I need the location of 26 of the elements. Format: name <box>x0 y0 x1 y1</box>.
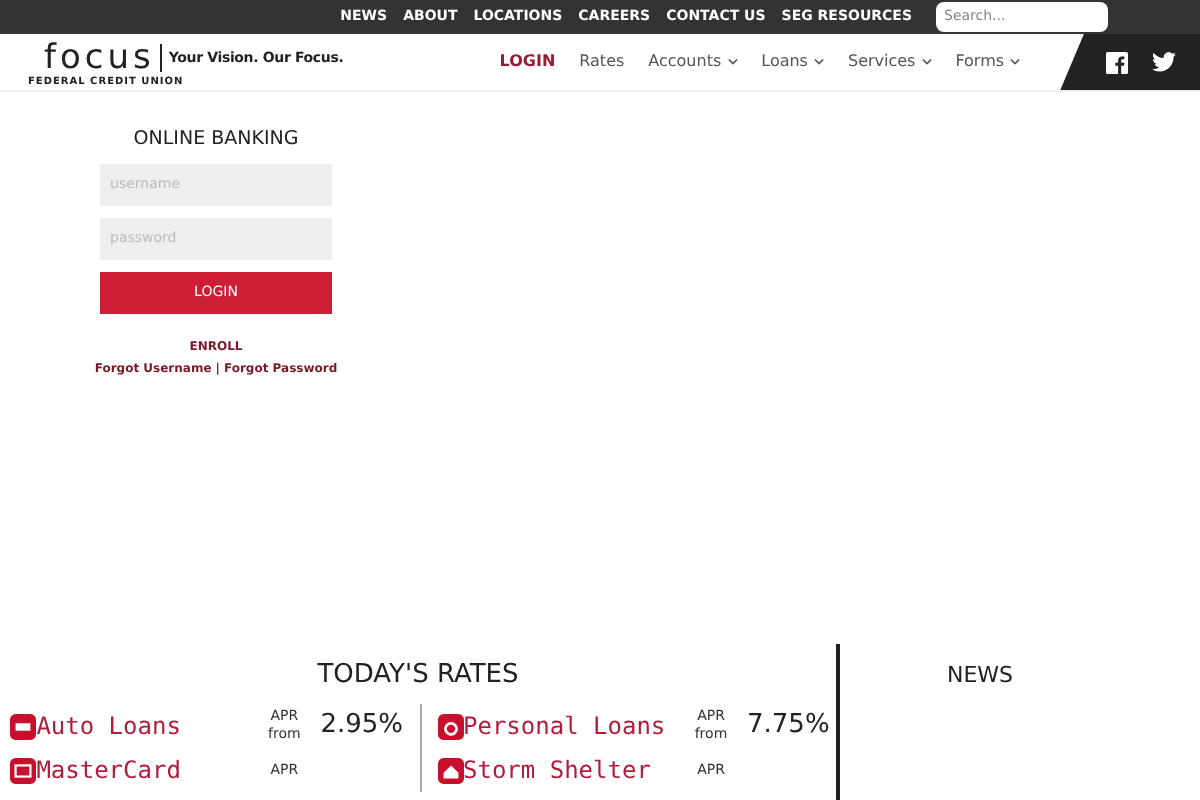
chevron-down-icon <box>727 58 738 66</box>
twitter-icon[interactable] <box>1152 52 1176 72</box>
rate-link[interactable]: Personal Loans <box>463 708 683 744</box>
section-title: ONLINE BANKING <box>133 126 299 155</box>
nav-item[interactable]: Forms <box>955 50 1021 74</box>
rate-link[interactable]: MasterCard <box>36 752 257 788</box>
nav-item[interactable]: Loans <box>761 50 824 74</box>
house-icon <box>437 757 463 783</box>
rate-link[interactable]: Auto Loans <box>36 708 257 744</box>
ring-icon <box>437 713 463 739</box>
chevron-down-icon <box>921 58 932 66</box>
rate-value: 7.75% <box>747 708 830 745</box>
facebook-icon[interactable] <box>1106 51 1128 73</box>
rate-value: 2.95% <box>320 708 403 745</box>
nav-item[interactable]: Rates <box>579 50 625 74</box>
nav-item[interactable]: LOGIN <box>499 50 556 74</box>
chevron-down-icon <box>813 58 824 66</box>
card-icon <box>10 757 37 783</box>
chevron-down-icon <box>1010 58 1021 66</box>
nav-item[interactable]: Services <box>847 50 932 74</box>
car-icon <box>10 713 37 739</box>
rates-title: TODAY'S RATES <box>317 657 519 693</box>
rate-link[interactable]: Storm Shelter <box>463 752 683 788</box>
nav-item[interactable]: Accounts <box>648 50 738 74</box>
news-title: NEWS <box>946 659 1014 691</box>
logo-text: focus <box>44 39 155 76</box>
